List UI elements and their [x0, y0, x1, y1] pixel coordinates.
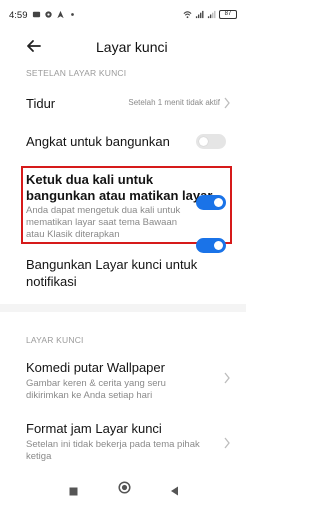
- header: Layar kunci: [0, 30, 246, 72]
- setting-wallpaper-sub-2: dikirimkan ke Anda setiap hari: [26, 390, 153, 401]
- setting-double-tap-sub-1: Anda dapat mengetuk dua kali untuk: [26, 205, 181, 216]
- setting-clock-format[interactable]: Format jam Layar kunci Setelan ini tidak…: [0, 418, 246, 466]
- setting-sleep-value: Setelah 1 menit tidak aktif: [128, 98, 220, 107]
- toggle-knob: [214, 241, 223, 250]
- chevron-right-icon: [224, 97, 230, 109]
- toggle-knob: [199, 137, 208, 146]
- dot-icon: [71, 13, 74, 16]
- nav-back-button[interactable]: [170, 483, 179, 501]
- settings-icon: [45, 11, 52, 18]
- status-right-icons: 87: [183, 10, 237, 19]
- section-label-lock-settings: SETELAN LAYAR KUNCI: [26, 68, 127, 78]
- battery-icon: 87: [219, 10, 237, 19]
- setting-double-tap[interactable]: Ketuk dua kali untuk bangunkan atau mati…: [0, 168, 246, 242]
- square-icon: [69, 487, 78, 496]
- setting-wake-for-notifications[interactable]: Bangunkan Layar kunci untuk notifikasi: [0, 238, 246, 294]
- setting-wake-notif-title-2: notifikasi: [26, 274, 77, 289]
- setting-lift-to-wake[interactable]: Angkat untuk bangunkan: [0, 128, 246, 156]
- setting-clock-title: Format jam Layar kunci: [26, 421, 162, 436]
- signal-icon-1: [195, 10, 204, 19]
- toggle-knob: [214, 198, 223, 207]
- chevron-right-icon: [224, 437, 230, 449]
- section-label-lock-screen: LAYAR KUNCI: [26, 335, 84, 345]
- triangle-icon: [171, 486, 178, 496]
- media-icon: [32, 11, 41, 18]
- navigation-bar: [0, 471, 246, 505]
- location-icon: [57, 10, 64, 19]
- signal-icon-2: [207, 10, 216, 19]
- setting-wallpaper-carousel[interactable]: Komedi putar Wallpaper Gambar keren & ce…: [0, 357, 246, 405]
- wifi-icon: [183, 11, 192, 19]
- circle-icon: [118, 481, 131, 494]
- setting-lift-to-wake-title: Angkat untuk bangunkan: [26, 134, 170, 149]
- status-bar: 4:59 87: [0, 0, 246, 30]
- setting-wake-notif-title-1: Bangunkan Layar kunci untuk: [26, 257, 198, 272]
- setting-double-tap-title-2: bangunkan atau matikan layar: [26, 188, 213, 203]
- setting-double-tap-sub-2: mematikan layar saat tema Bawaan: [26, 217, 178, 228]
- home-button[interactable]: [118, 481, 131, 499]
- section-divider: [0, 304, 246, 312]
- wake-notif-toggle[interactable]: [196, 238, 226, 253]
- back-button[interactable]: [22, 34, 46, 58]
- setting-wallpaper-sub-1: Gambar keren & cerita yang seru: [26, 378, 166, 389]
- lift-to-wake-toggle[interactable]: [196, 134, 226, 149]
- status-left-icons: [32, 10, 77, 19]
- setting-sleep[interactable]: Tidur Setelah 1 menit tidak aktif: [0, 88, 246, 118]
- chevron-right-icon: [224, 372, 230, 384]
- setting-wallpaper-title: Komedi putar Wallpaper: [26, 360, 165, 375]
- setting-clock-sub-2: ketiga: [26, 451, 52, 462]
- status-time: 4:59: [9, 10, 28, 21]
- recents-button[interactable]: [69, 483, 78, 501]
- setting-double-tap-sub-3: atau Klasik diterapkan: [26, 229, 120, 240]
- setting-clock-sub-1: Setelan ini tidak bekerja pada tema piha…: [26, 439, 200, 450]
- page-title: Layar kunci: [96, 39, 168, 55]
- setting-double-tap-title-1: Ketuk dua kali untuk: [26, 172, 154, 187]
- arrow-left-icon: [27, 40, 41, 52]
- setting-sleep-title: Tidur: [26, 96, 56, 111]
- double-tap-toggle[interactable]: [196, 195, 226, 210]
